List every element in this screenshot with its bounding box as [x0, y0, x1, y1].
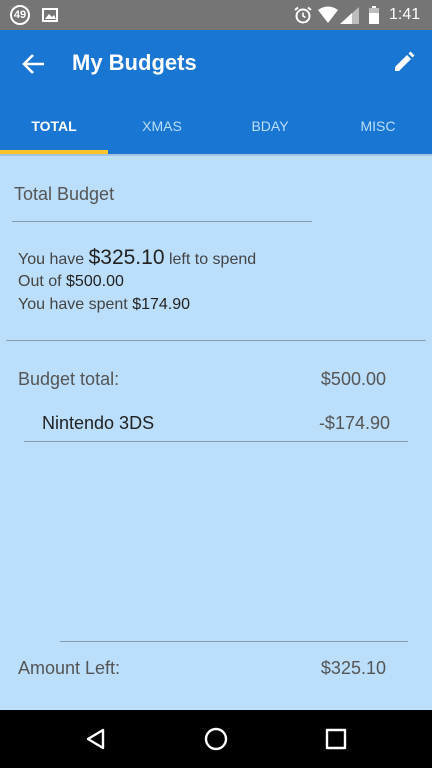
- home-circle-icon: [204, 727, 228, 751]
- left-to-spend-line: You have $325.10 left to spend: [18, 246, 256, 270]
- back-button[interactable]: [14, 47, 54, 81]
- nav-recents-button[interactable]: [316, 722, 356, 756]
- item-divider: [24, 441, 408, 442]
- alarm-icon: [294, 6, 312, 24]
- amount-left-label: Amount Left:: [18, 658, 121, 678]
- left-suffix: left to spend: [168, 251, 257, 268]
- battery-icon: [369, 6, 379, 24]
- list-item[interactable]: Nintendo 3DS -$174.90: [24, 402, 408, 442]
- status-clock: 1:41: [389, 6, 421, 23]
- notification-count-badge: 49: [10, 5, 30, 25]
- page-title: My Budgets: [72, 50, 197, 75]
- budget-total-value: $500.00: [320, 369, 386, 389]
- wifi-icon: [318, 6, 338, 23]
- gallery-icon: [42, 8, 58, 22]
- left-prefix: You have: [18, 251, 85, 268]
- left-amount: $325.10: [88, 246, 165, 269]
- app-bar-shadow: [0, 154, 432, 156]
- item-name: Nintendo 3DS: [42, 413, 155, 433]
- spent-prefix: You have spent: [18, 296, 128, 313]
- section-title: Total Budget: [14, 184, 115, 204]
- spent-line: You have spent $174.90: [18, 296, 190, 314]
- item-amount: -$174.90: [318, 413, 390, 433]
- tab-total[interactable]: TOTAL: [0, 100, 108, 154]
- back-triangle-icon: [86, 728, 105, 750]
- out-of-line: Out of $500.00: [18, 273, 124, 291]
- tab-misc[interactable]: MISC: [324, 100, 432, 154]
- arrow-back-icon: [22, 54, 44, 74]
- amount-left-value: $325.10: [320, 658, 386, 678]
- signal-icon: [340, 7, 359, 24]
- amount-left-divider: [60, 641, 408, 642]
- pencil-icon: [395, 51, 415, 71]
- out-of-amount: $500.00: [66, 273, 124, 290]
- summary-divider: [6, 340, 426, 341]
- nav-home-button[interactable]: [196, 722, 236, 756]
- edit-button[interactable]: [386, 46, 422, 80]
- out-of-prefix: Out of: [18, 273, 62, 290]
- spent-amount: $174.90: [132, 296, 191, 313]
- recents-square-icon: [325, 728, 347, 750]
- budget-total-label: Budget total:: [18, 369, 120, 389]
- section-divider: [12, 221, 312, 222]
- tab-xmas[interactable]: XMAS: [108, 100, 216, 154]
- nav-back-button[interactable]: [76, 722, 116, 756]
- tab-bday[interactable]: BDAY: [216, 100, 324, 154]
